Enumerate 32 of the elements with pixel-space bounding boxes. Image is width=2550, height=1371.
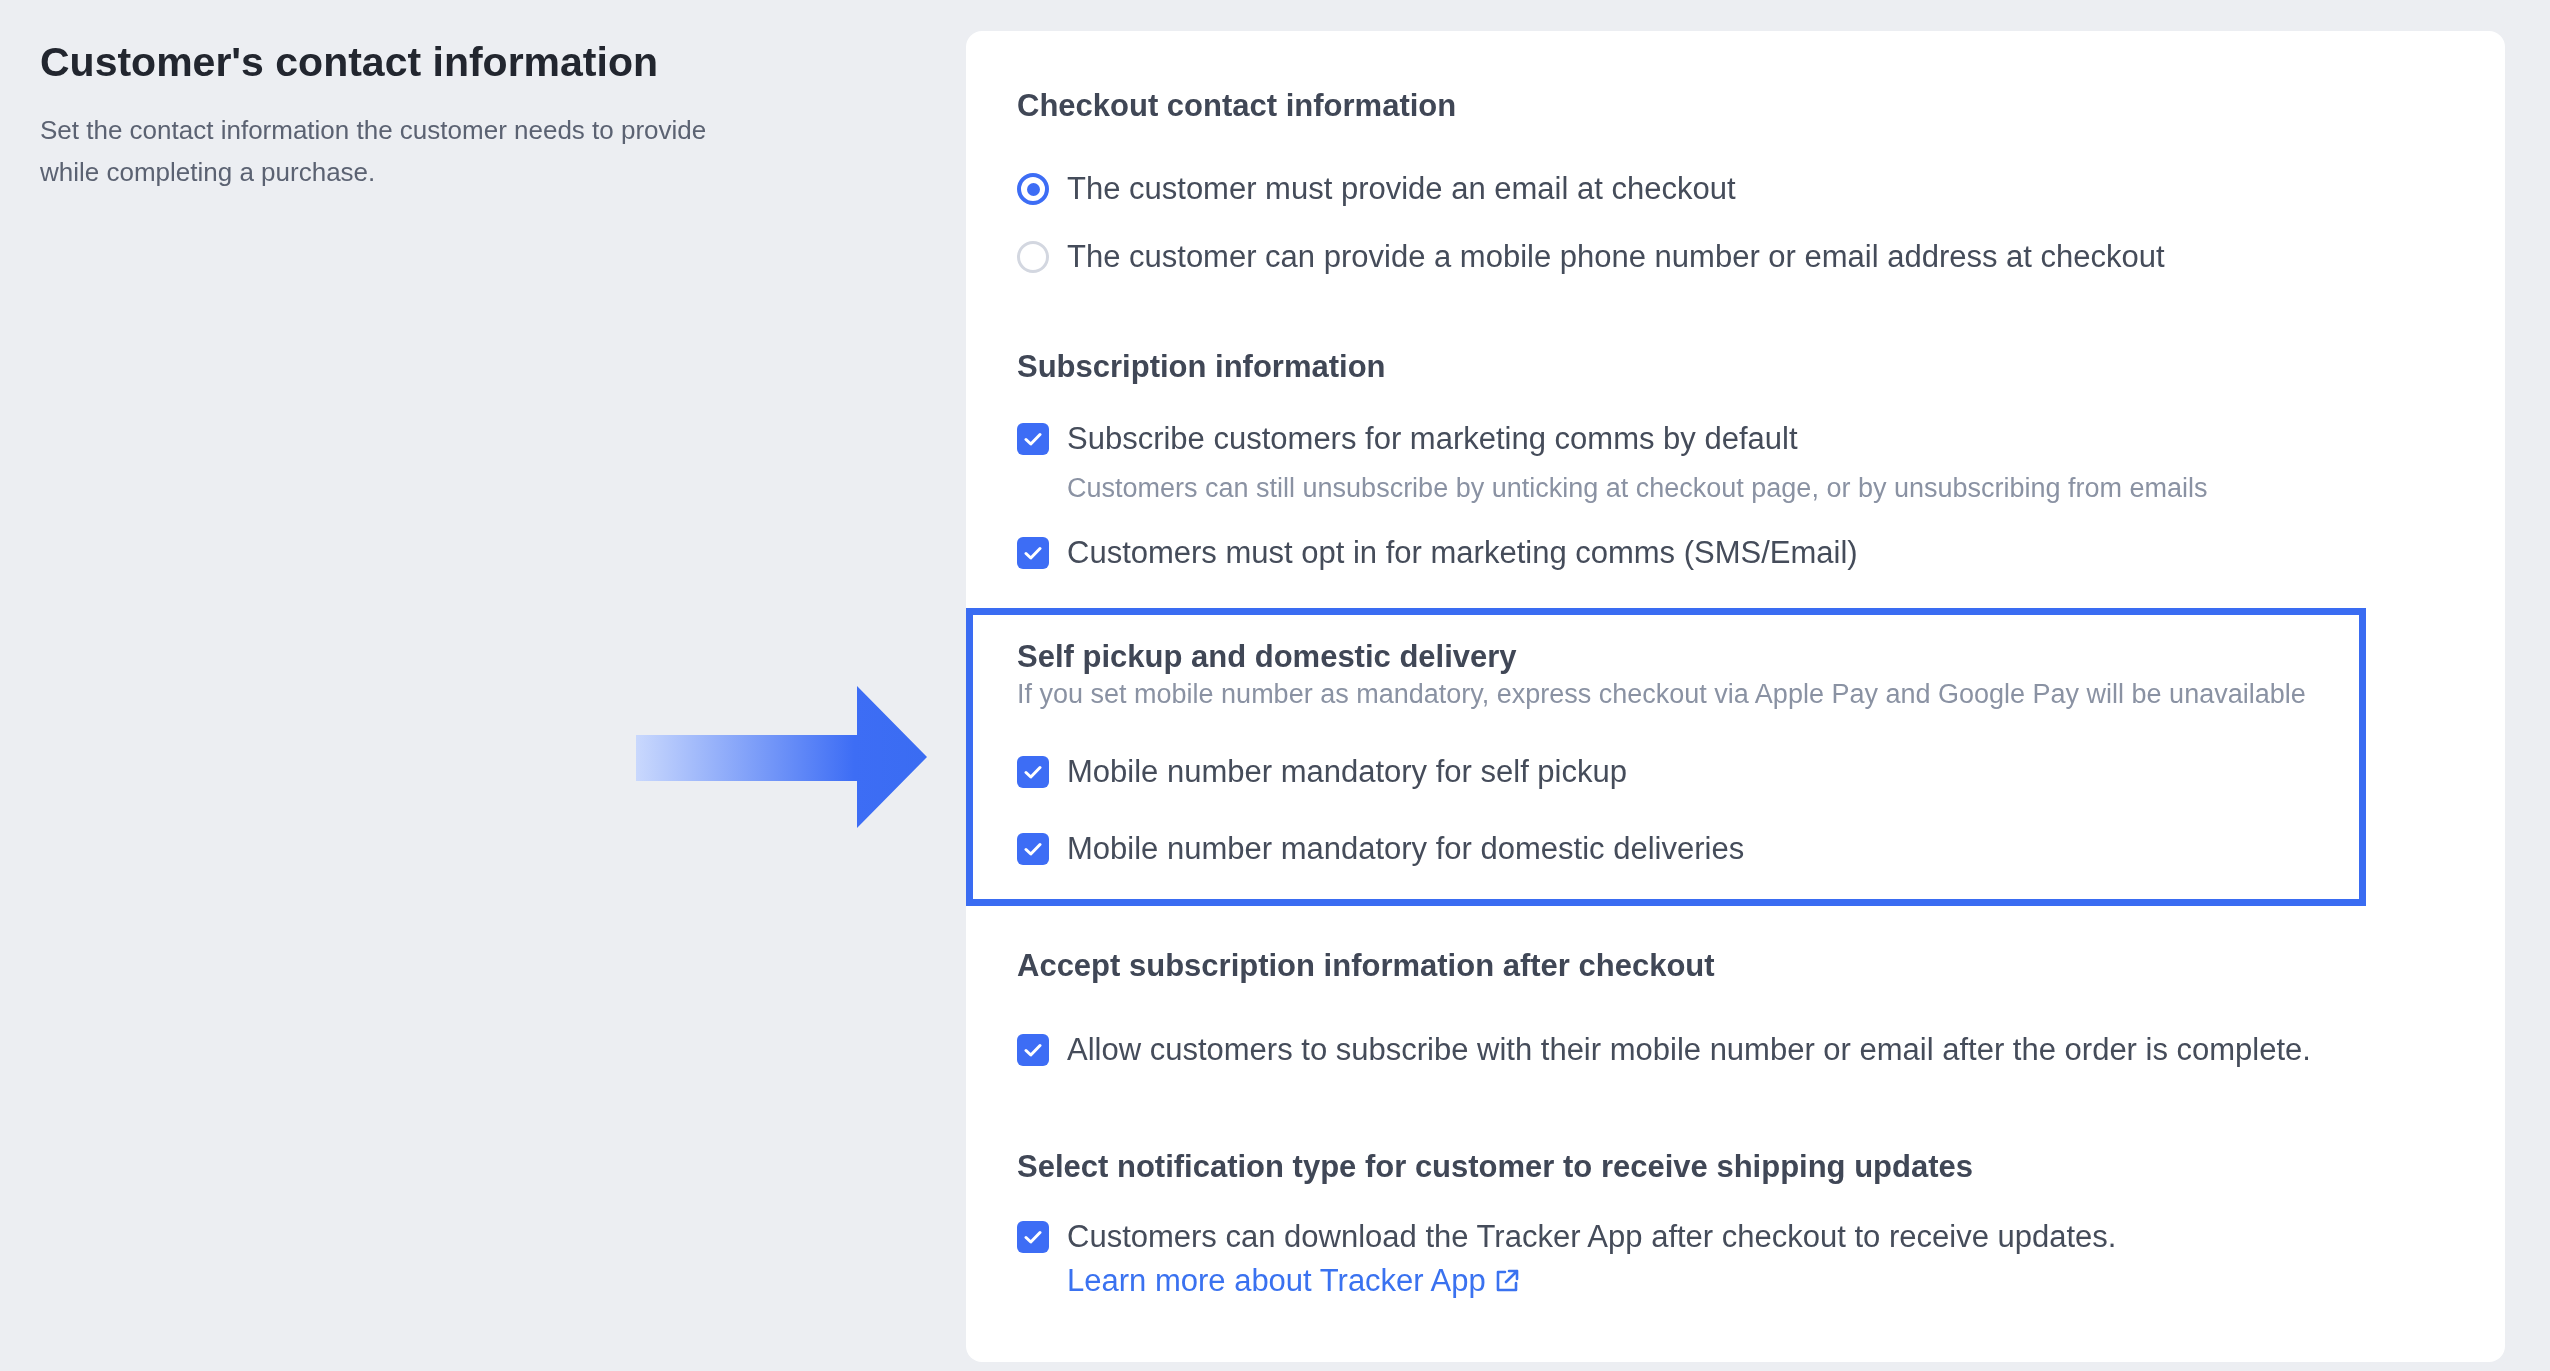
right-arrow-icon (636, 686, 927, 828)
section-heading: Subscription information (1017, 348, 1387, 386)
check-icon (1024, 546, 1042, 560)
option-label: Customers must opt in for marketing comms (SMS/Email) (1067, 534, 1858, 572)
option-label: Allow customers to subscribe with their mobile number or email after the order is complete. (1067, 1031, 2311, 1069)
section-heading: Select notification type for customer to receive shipping updates (1017, 1148, 1975, 1186)
checkbox[interactable] (1017, 1221, 1049, 1253)
checkbox[interactable] (1017, 756, 1049, 788)
check-icon (1024, 432, 1042, 446)
section-heading: Checkout contact information (1017, 87, 1458, 125)
option-note: Customers can still unsubscribe by unticking at checkout page, or by unsubscribing from emails (1067, 472, 2208, 505)
option-label: The customer must provide an email at checkout (1067, 170, 1736, 208)
checkbox[interactable] (1017, 537, 1049, 569)
option-label: Mobile number mandatory for self pickup (1067, 753, 1627, 791)
check-icon (1024, 1043, 1042, 1057)
checkbox[interactable] (1017, 1034, 1049, 1066)
section-heading: Accept subscription information after checkout (1017, 947, 1716, 985)
option-label: Subscribe customers for marketing comms by default (1067, 420, 1799, 458)
checkbox[interactable] (1017, 833, 1049, 865)
option-label: The customer can provide a mobile phone number or email address at checkout (1067, 238, 2165, 276)
option-label: Mobile number mandatory for domestic deliveries (1067, 830, 1745, 868)
section-note: If you set mobile number as mandatory, express checkout via Apple Pay and Google Pay will be unavailable (1017, 678, 2307, 711)
page-title: Customer's contact information (40, 38, 659, 86)
checkbox[interactable] (1017, 423, 1049, 455)
learn-more-link[interactable]: Learn more about Tracker App (1067, 1263, 1520, 1298)
check-icon (1024, 1230, 1042, 1244)
radio-button[interactable] (1017, 173, 1049, 205)
section-heading: Self pickup and domestic delivery (1017, 638, 1518, 676)
option-label: Customers can download the Tracker App after checkout to receive updates. Learn more about Tracker App (1067, 1218, 2118, 1300)
check-icon (1024, 842, 1042, 856)
check-icon (1024, 765, 1042, 779)
page-description: Set the contact information the customer needs to provide while completing a purchase. (40, 114, 708, 189)
